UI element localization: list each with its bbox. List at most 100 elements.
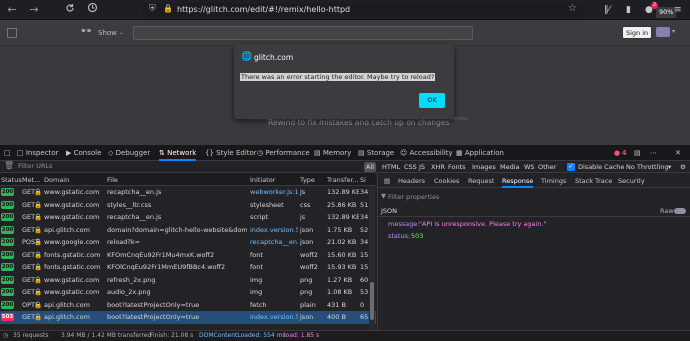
cell-transfer: 431 B bbox=[327, 300, 346, 309]
show-menu-label[interactable]: Show bbox=[98, 29, 117, 37]
menu-icon[interactable]: ≡ bbox=[674, 2, 682, 18]
tab-style-editor[interactable]: {} Style Editor bbox=[205, 145, 257, 161]
lock-icon: 🔒 bbox=[34, 288, 43, 296]
tab-accessibility[interactable]: ☺ Accessibility bbox=[400, 145, 453, 161]
scrollbar-thumb[interactable] bbox=[370, 282, 374, 320]
filter-urls-input[interactable]: Filter URLs bbox=[18, 162, 52, 170]
tab-storage[interactable]: ▤ Storage bbox=[358, 145, 394, 161]
search-input[interactable] bbox=[133, 26, 473, 40]
history-icon[interactable] bbox=[84, 2, 100, 18]
cell-initiator: img bbox=[250, 275, 263, 284]
filter-xhr[interactable]: XHR bbox=[429, 162, 447, 172]
table-row[interactable]: 200 GET 🔒 www.gstatic.com recaptcha__en.js we… bbox=[0, 186, 376, 199]
table-row[interactable]: 200 GET 🔒 www.gstatic.com audio_2x.png img png… bbox=[0, 286, 376, 299]
lock-icon[interactable]: 🔒 bbox=[163, 4, 173, 13]
reload-icon[interactable] bbox=[62, 2, 78, 18]
tab-cookies[interactable]: Cookies bbox=[434, 176, 459, 188]
cell-type: css bbox=[300, 200, 311, 209]
table-row[interactable]: 200 GET 🔒 fonts.gstatic.com KFOlCnqEu92Fr1Mm… bbox=[0, 261, 376, 274]
url-filter-bar[interactable]: 🗑 Filter URLs bbox=[0, 161, 362, 173]
tab-security[interactable]: Security bbox=[618, 176, 645, 188]
filter-fonts[interactable]: Fonts bbox=[446, 162, 468, 172]
close-icon[interactable]: ✕ bbox=[675, 145, 681, 161]
disable-cache-label[interactable]: Disable Cache bbox=[576, 162, 626, 172]
settings-gear-icon[interactable]: ⚙ bbox=[678, 162, 688, 172]
filter-media[interactable]: Media bbox=[498, 162, 522, 172]
filter-other[interactable]: Other bbox=[536, 162, 558, 172]
cell-file: KFOlCnqEu92Fr1MmEU9fBBc4.woff2 bbox=[107, 263, 226, 271]
layout-icon[interactable]: ▤ bbox=[384, 176, 390, 188]
table-row[interactable]: 200 GET 🔒 www.gstatic.com refresh_2x.png img p… bbox=[0, 274, 376, 287]
filter-js[interactable]: JS bbox=[417, 162, 427, 172]
throttling-select[interactable]: No Throttling bbox=[624, 162, 670, 172]
col-domain[interactable]: Domain bbox=[44, 176, 69, 184]
tab-console[interactable]: ▶ Console bbox=[66, 145, 101, 161]
tab-memory[interactable]: ▤ Memory bbox=[314, 145, 351, 161]
table-row[interactable]: 200 GET 🔒 www.gstatic.com styles__ltr.css sty… bbox=[0, 199, 376, 212]
tab-response[interactable]: Response bbox=[502, 176, 534, 188]
cell-type: js bbox=[300, 188, 306, 196]
disable-cache-checkbox[interactable]: ✓ bbox=[567, 163, 575, 171]
ok-button[interactable]: OK bbox=[419, 93, 445, 108]
scrollbar[interactable] bbox=[369, 186, 375, 330]
back-arrow-icon[interactable]: ← bbox=[4, 2, 20, 18]
col-status[interactable]: Status bbox=[1, 176, 22, 184]
tab-performance[interactable]: ◷ Performance bbox=[257, 145, 310, 161]
shield-icon[interactable]: ⛨ bbox=[149, 4, 156, 14]
filter-html[interactable]: HTML bbox=[380, 162, 402, 172]
col-transferred[interactable]: Transfer... bbox=[327, 176, 359, 184]
tab-timings[interactable]: Timings bbox=[541, 176, 566, 188]
cell-domain: www.gstatic.com bbox=[44, 188, 100, 196]
col-size[interactable]: Si bbox=[360, 176, 366, 184]
lock-icon: 🔒 bbox=[34, 275, 43, 284]
cell-transfer: 132.89 KB bbox=[327, 213, 359, 221]
filter-all[interactable]: All bbox=[364, 162, 377, 172]
bookmark-star-icon[interactable]: ☆ bbox=[568, 3, 577, 14]
trash-icon[interactable]: 🗑 bbox=[4, 161, 14, 170]
library-icon[interactable]: ‖⁄ bbox=[604, 2, 610, 18]
error-count[interactable]: 4 bbox=[622, 145, 626, 161]
table-row[interactable]: 200 GET 🔒 www.gstatic.com recaptcha__en.js sc… bbox=[0, 211, 376, 224]
table-row[interactable]: 200 GET 🔒 fonts.gstatic.com KFOmCnqEu92Fr1Mu… bbox=[0, 249, 376, 262]
tab-stack-trace[interactable]: Stack Trace bbox=[575, 176, 612, 188]
filter-properties-input[interactable]: Filter properties bbox=[388, 193, 439, 201]
tab-request[interactable]: Request bbox=[468, 176, 494, 188]
tab-debugger[interactable]: ◇ Debugger bbox=[108, 145, 150, 161]
tab-headers[interactable]: Headers bbox=[398, 176, 425, 188]
tab-network[interactable]: ⇅ Network bbox=[159, 145, 197, 161]
table-row[interactable]: 200 GET 🔒 api.glitch.com domain?domain=glitc… bbox=[0, 224, 376, 237]
chevron-down-icon[interactable]: ⌄ bbox=[119, 29, 124, 36]
chevron-down-icon[interactable]: ▾ bbox=[672, 28, 675, 35]
avatar[interactable] bbox=[656, 27, 670, 37]
tab-application[interactable]: ▦ Application bbox=[456, 145, 504, 161]
col-method[interactable]: Met... bbox=[22, 176, 40, 184]
chevron-down-icon[interactable]: ▾ bbox=[666, 162, 673, 172]
table-row[interactable]: 200 OPTI... 🔒 api.glitch.com boot?latestProj… bbox=[0, 299, 376, 312]
checkbox-icon[interactable] bbox=[7, 28, 17, 38]
dock-icon[interactable]: ▤ bbox=[634, 145, 641, 161]
filter-ws[interactable]: WS bbox=[522, 162, 537, 172]
pick-element-icon[interactable]: □ bbox=[4, 145, 11, 161]
reader-icon[interactable]: ▮ bbox=[626, 2, 631, 18]
col-initiator[interactable]: Initiator bbox=[250, 176, 275, 184]
address-bar[interactable]: ⛨ 🔒 https://glitch.com/edit/#!/remix/hel… bbox=[143, 3, 677, 18]
col-file[interactable]: File bbox=[107, 176, 118, 184]
json-key-status: status: bbox=[388, 232, 411, 240]
sunglasses-icon[interactable]: 👓 bbox=[80, 26, 92, 37]
table-row[interactable]: 200 POST 🔒 www.google.com reload?k= recaptcha… bbox=[0, 236, 376, 249]
cell-file: recaptcha__en.js bbox=[107, 188, 162, 196]
forward-arrow-icon[interactable]: → bbox=[26, 2, 42, 18]
raw-toggle[interactable] bbox=[674, 208, 686, 214]
tab-inspector[interactable]: □ Inspector bbox=[17, 145, 59, 161]
filter-images[interactable]: Images bbox=[470, 162, 498, 172]
more-icon[interactable]: ⋯ bbox=[650, 145, 657, 161]
sign-in-button[interactable]: Sign in bbox=[622, 26, 653, 39]
url-text[interactable]: https://glitch.com/edit/#!/remix/hello-h… bbox=[177, 5, 350, 14]
col-type[interactable]: Type bbox=[300, 176, 315, 184]
status-badge: 200 bbox=[1, 300, 14, 309]
tab-storage-label: Storage bbox=[366, 149, 395, 157]
response-panel: ▤ Headers Cookies Request Response Timin… bbox=[377, 173, 690, 330]
error-icon[interactable]: ● bbox=[614, 145, 620, 161]
cell-transfer: 400 B bbox=[327, 313, 346, 321]
table-row[interactable]: 503 GET 🔒 api.glitch.com boot?latestProjectO… bbox=[0, 311, 376, 324]
